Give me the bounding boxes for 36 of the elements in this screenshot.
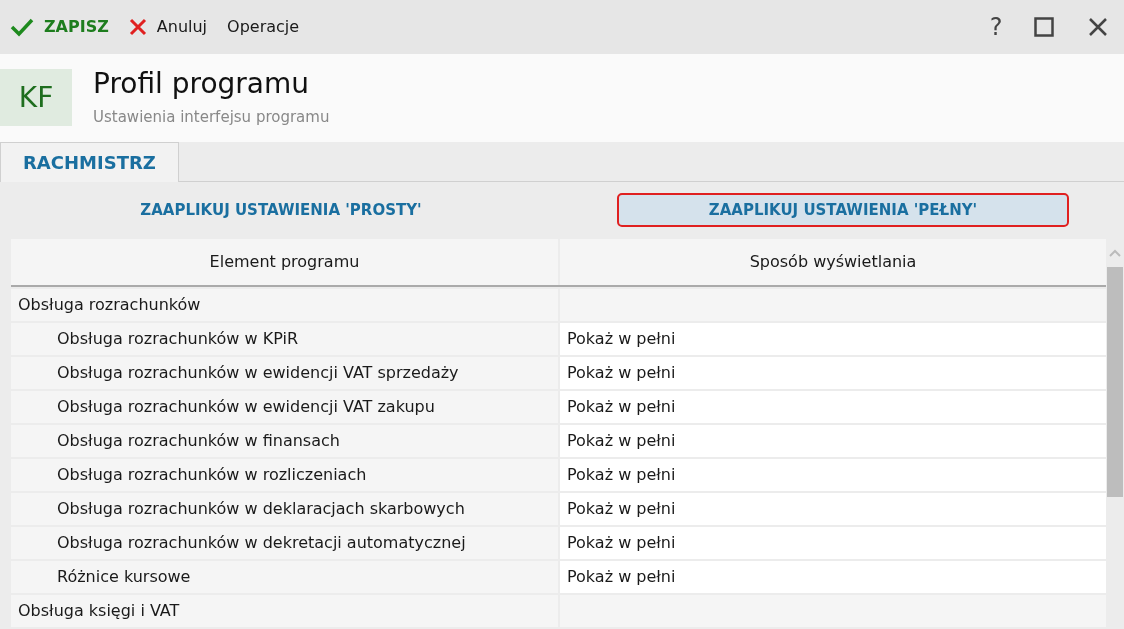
cancel-button[interactable]: Anuluj <box>128 14 208 39</box>
apply-settings-button[interactable]: ZAAPLIKUJ USTAWIENIA 'PEŁNY' <box>617 193 1069 228</box>
save-button[interactable]: ZAPISZ <box>10 14 109 39</box>
table-cell: Obsługa rozrachunków w finansach <box>11 425 558 457</box>
table-cell: Obsługa rozrachunków w ewidencji VAT sprzedaży <box>11 357 558 389</box>
column-header[interactable]: Element programu <box>11 239 558 285</box>
table-cell: Obsługa księgi i VAT <box>11 595 558 627</box>
page-title: Profil programu <box>93 66 310 103</box>
table-cell: Obsługa rozrachunków w dekretacji automatycznej <box>11 527 558 559</box>
apply-settings-button[interactable]: ZAAPLIKUJ USTAWIENIA 'PROSTY' <box>55 193 507 228</box>
table-cell: Obsługa rozrachunków <box>11 289 558 321</box>
tab[interactable]: RACHMISTRZ <box>0 141 179 182</box>
page-subtitle: Ustawienia interfejsu programu <box>93 107 330 129</box>
operations-menu[interactable]: Operacje <box>227 14 300 39</box>
table-cell: Pokaż w pełni <box>560 561 1106 593</box>
scroll-up-icon[interactable] <box>1108 249 1121 257</box>
table-cell: Pokaż w pełni <box>560 493 1106 525</box>
table-cell: Obsługa rozrachunków w rozliczeniach <box>11 459 558 491</box>
help-button[interactable]: ? <box>984 8 1008 45</box>
table-cell: Różnice kursowe <box>11 561 558 593</box>
table-cell: Pokaż w pełni <box>560 459 1106 491</box>
checkmark-icon <box>10 16 34 37</box>
column-header[interactable]: Sposób wyświetlania <box>560 239 1106 285</box>
table-cell: Pokaż w pełni <box>560 425 1106 457</box>
table-cell: Pokaż w pełni <box>560 527 1106 559</box>
profile-badge: KF <box>0 69 72 127</box>
table-cell: Obsługa rozrachunków w KPiR <box>11 323 558 355</box>
table-cell: Obsługa rozrachunków w ewidencji VAT zakupu <box>11 391 558 423</box>
scrollbar-thumb[interactable] <box>1106 267 1123 497</box>
close-icon <box>128 17 147 36</box>
maximize-icon[interactable] <box>1034 16 1054 37</box>
table-cell: Pokaż w pełni <box>560 323 1106 355</box>
table-cell: Pokaż w pełni <box>560 391 1106 423</box>
close-icon[interactable] <box>1088 16 1108 37</box>
table-cell: Obsługa rozrachunków w deklaracjach skarbowych <box>11 493 558 525</box>
table-cell: Pokaż w pełni <box>560 357 1106 389</box>
